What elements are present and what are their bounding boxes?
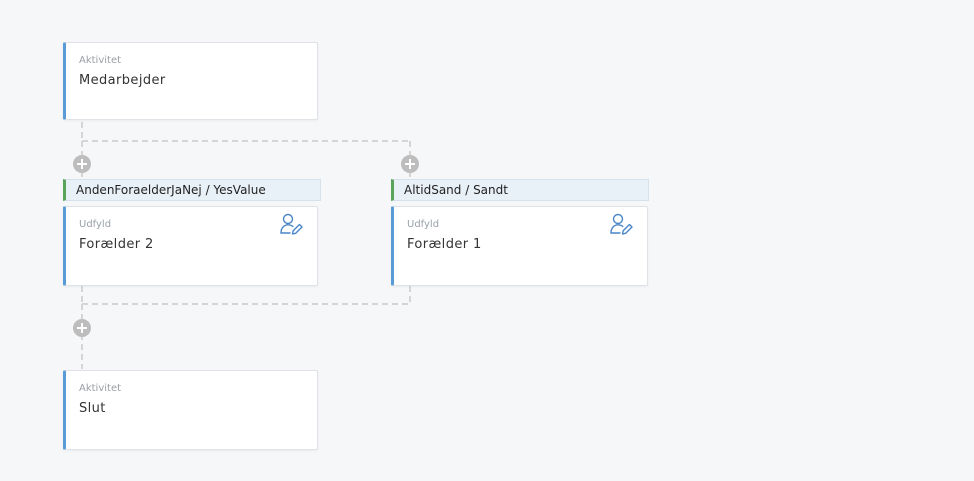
card-type-label: Udfyld <box>79 219 112 230</box>
card-title: Forælder 1 <box>407 237 482 252</box>
activity-card-end[interactable]: Aktivitet Slut <box>63 370 318 450</box>
branch-condition-left[interactable]: AndenForaelderJaNej / YesValue <box>63 179 321 201</box>
user-edit-icon[interactable] <box>608 211 634 237</box>
task-card-right[interactable]: Udfyld Forælder 1 <box>391 206 648 286</box>
card-title: Medarbejder <box>79 73 166 88</box>
add-step-button-right-branch[interactable] <box>401 155 419 173</box>
activity-card-start[interactable]: Aktivitet Medarbejder <box>63 42 318 120</box>
card-type-label: Aktivitet <box>79 383 122 394</box>
user-edit-icon[interactable] <box>278 211 304 237</box>
card-type-label: Udfyld <box>407 219 440 230</box>
card-type-label: Aktivitet <box>79 55 122 66</box>
task-card-left[interactable]: Udfyld Forælder 2 <box>63 206 318 286</box>
card-title: Forælder 2 <box>79 237 154 252</box>
add-step-button-after-merge[interactable] <box>73 319 91 337</box>
card-title: Slut <box>79 401 106 416</box>
add-step-button-left-branch[interactable] <box>73 155 91 173</box>
branch-condition-right[interactable]: AltidSand / Sandt <box>391 179 649 201</box>
